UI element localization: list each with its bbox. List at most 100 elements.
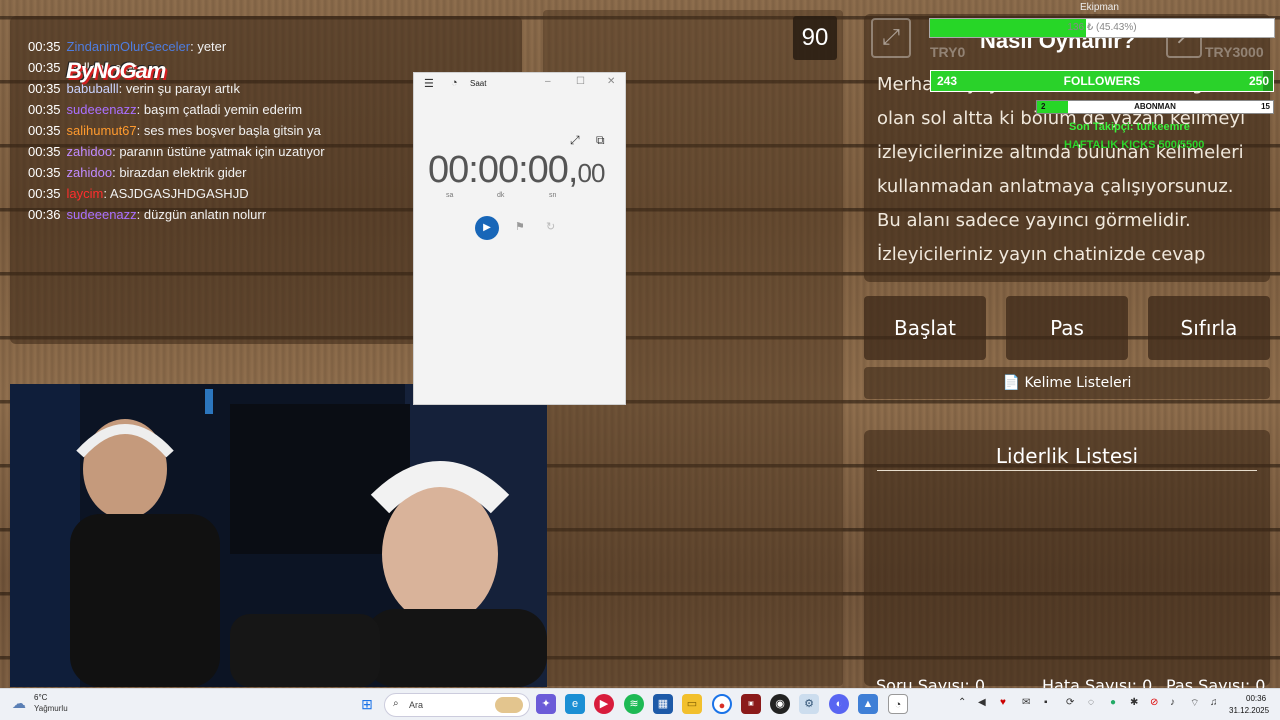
chat-message: 00:35 ZindanimOlurGeceler: yeter bbox=[28, 39, 226, 54]
subscribers-goal-bar: 2 ABONMAN 15 bbox=[1036, 100, 1274, 114]
chat-text: : paranın üstüne yatmak için uzatıyor bbox=[112, 144, 325, 159]
edge-icon[interactable]: e bbox=[565, 694, 585, 714]
maximize-button[interactable]: ☐ bbox=[576, 76, 585, 87]
chat-timestamp: 00:35 bbox=[28, 144, 61, 159]
app-tray-icon-1[interactable]: ▪ bbox=[1044, 697, 1048, 708]
chat-timestamp: 00:36 bbox=[28, 207, 61, 222]
store-icon[interactable]: ▦ bbox=[653, 694, 673, 714]
bluetooth-tray-icon[interactable]: ✱ bbox=[1130, 697, 1138, 708]
clock-titlebar[interactable]: ☰ ◔ Saat – ☐ ✕ bbox=[414, 73, 625, 95]
media-player-icon[interactable]: ▶ bbox=[594, 694, 614, 714]
chat-timestamp: 00:35 bbox=[28, 102, 61, 117]
rain-cloud-icon: ☁ bbox=[12, 695, 26, 711]
settings-gear-icon[interactable]: ⚙ bbox=[799, 694, 819, 714]
chat-message: 00:35 salihumut67: ses mes boşver başla g… bbox=[28, 123, 321, 138]
subscribers-goal: 15 bbox=[1261, 102, 1270, 111]
chat-timestamp: 00:35 bbox=[28, 186, 61, 201]
chat-timestamp: 00:35 bbox=[28, 81, 61, 96]
chat-username[interactable]: sudeeenazz bbox=[67, 207, 137, 222]
expand-icon[interactable]: ⤢ bbox=[570, 133, 580, 148]
clock-window-title: Saat bbox=[470, 79, 487, 88]
tray-chevron-icon[interactable]: ⌃ bbox=[958, 697, 966, 708]
steam-tray-icon[interactable]: ● bbox=[1110, 697, 1116, 708]
equipment-goal-label: Ekipman bbox=[1080, 2, 1119, 13]
chat-timestamp: 00:35 bbox=[28, 123, 61, 138]
webcam-scene bbox=[10, 384, 547, 687]
play-button[interactable]: ▶ bbox=[475, 216, 499, 240]
chat-text: : birazdan elektrik gider bbox=[112, 165, 247, 180]
network-tray-icon[interactable]: ◌ bbox=[1088, 697, 1094, 708]
chat-username[interactable]: ZindanimOlurGeceler bbox=[67, 39, 191, 54]
chat-timestamp: 00:35 bbox=[28, 39, 61, 54]
clock-app-icon: ◔ bbox=[451, 77, 458, 89]
equipment-min-label: TRY0 bbox=[930, 44, 966, 60]
taskbar-search[interactable]: ⌕ Ara bbox=[384, 693, 530, 717]
stopwatch-display: 00:00:00,00 bbox=[428, 149, 605, 192]
stopwatch-centiseconds: 00 bbox=[577, 158, 605, 188]
record-tray-icon[interactable]: ⊘ bbox=[1150, 697, 1158, 708]
clock-taskbar-icon[interactable]: ◔ bbox=[888, 694, 908, 714]
chat-message: 00:35 zahidoo: birazdan elektrik gider bbox=[28, 165, 247, 180]
start-button[interactable]: Başlat bbox=[864, 296, 986, 360]
video-app-icon[interactable]: ▣ bbox=[741, 694, 761, 714]
close-button[interactable]: ✕ bbox=[607, 76, 615, 87]
spotify-icon[interactable]: ≋ bbox=[624, 694, 644, 714]
clock-app-window[interactable]: ☰ ◔ Saat – ☐ ✕ ⤢ ⧉ 00:00:00,00 sa dk sn … bbox=[413, 72, 626, 405]
chat-text: : ses mes boşver başla gitsin ya bbox=[136, 123, 321, 138]
word-lists-label: Kelime Listeleri bbox=[1024, 375, 1132, 391]
taskbar-date[interactable]: 31.12.2025 bbox=[1229, 706, 1269, 715]
chat-username[interactable]: zahidoo bbox=[67, 144, 113, 159]
lap-flag-button[interactable]: ⚑ bbox=[515, 220, 525, 233]
reset-icon[interactable]: ↻ bbox=[546, 220, 555, 233]
start-menu-icon[interactable]: ⊞ bbox=[357, 694, 377, 714]
sync-tray-icon[interactable]: ⟳ bbox=[1066, 697, 1074, 708]
chat-timestamp: 00:35 bbox=[28, 60, 61, 75]
subscribers-label: ABONMAN bbox=[1134, 102, 1176, 111]
taskbar-time[interactable]: 00:36 bbox=[1246, 694, 1266, 703]
chat-message: 00:35 zahidoo: paranın üstüne yatmak için… bbox=[28, 144, 325, 159]
windows-taskbar: ☁ 6°C Yağmurlu ⊞ ⌕ Ara ✦ e ▶ ≋ ▦ ▭ ● ▣ ◉… bbox=[0, 688, 1280, 720]
pass-button[interactable]: Pas bbox=[1006, 296, 1128, 360]
speaker-tray-icon[interactable]: ♫ bbox=[1210, 697, 1218, 708]
weekly-kicks-text: HAFTALIK KICKS 500/5500 bbox=[1064, 139, 1205, 151]
search-icon: ⌕ bbox=[393, 698, 399, 709]
photos-icon[interactable]: ▲ bbox=[858, 694, 878, 714]
shield-tray-icon[interactable]: ♥ bbox=[1000, 697, 1006, 708]
hamburger-menu-icon[interactable]: ☰ bbox=[424, 77, 434, 90]
minimize-button[interactable]: – bbox=[545, 76, 551, 87]
chat-text: : düzgün anlatın nolurr bbox=[136, 207, 267, 222]
word-lists-button[interactable]: 📄 Kelime Listeleri bbox=[864, 367, 1270, 399]
chat-message: 00:35 laycim: ASJDGASJHDGASHJD bbox=[28, 186, 249, 201]
chat-text: : yeter bbox=[190, 39, 227, 54]
chat-username[interactable]: sudeeenazz bbox=[67, 102, 137, 117]
leaderboard-title: Liderlik Listesi bbox=[995, 444, 1139, 468]
compact-overlay-icon[interactable]: ⧉ bbox=[596, 133, 605, 148]
copilot-icon[interactable]: ✦ bbox=[536, 694, 556, 714]
microphone-tray-icon[interactable]: ♪ bbox=[1170, 697, 1175, 708]
chat-username[interactable]: laycim bbox=[67, 186, 104, 201]
volume-tray-icon[interactable]: ◀ bbox=[978, 697, 986, 708]
file-explorer-icon[interactable]: ▭ bbox=[682, 694, 702, 714]
webcam-feed bbox=[10, 384, 547, 687]
last-follower-text: Son Takipçi: turkeemre bbox=[1069, 121, 1190, 133]
chat-username[interactable]: salihumut67 bbox=[67, 123, 137, 138]
wifi-tray-icon[interactable]: ⌔ bbox=[1190, 697, 1199, 710]
chat-text: : başım çatladi yemin ederim bbox=[136, 102, 303, 117]
chat-message: 00:35 sudeeenazz: başım çatladi yemin ede… bbox=[28, 102, 302, 117]
reset-button[interactable]: Sıfırla bbox=[1148, 296, 1270, 360]
leaderboard-divider bbox=[877, 470, 1257, 471]
chat-timestamp: 00:35 bbox=[28, 165, 61, 180]
chat-text: : ASJDGASJHDGASHJD bbox=[103, 186, 249, 201]
equipment-max-label: TRY3000 bbox=[1205, 44, 1264, 60]
chrome-icon[interactable]: ● bbox=[712, 694, 732, 714]
discord-icon[interactable]: ◐ bbox=[829, 694, 849, 714]
unit-minutes-label: dk bbox=[497, 192, 505, 199]
search-highlight-icon bbox=[495, 697, 523, 713]
search-placeholder: Ara bbox=[409, 700, 424, 710]
stopwatch-time: 00:00:00, bbox=[428, 149, 578, 191]
mail-tray-icon[interactable]: ✉ bbox=[1022, 697, 1030, 708]
leaderboard-panel: Liderlik Listesi Soru Sayısı: 0 Hata Say… bbox=[864, 430, 1270, 695]
unit-seconds-label: sn bbox=[549, 192, 557, 199]
obs-icon[interactable]: ◉ bbox=[770, 694, 790, 714]
chat-username[interactable]: zahidoo bbox=[67, 165, 113, 180]
